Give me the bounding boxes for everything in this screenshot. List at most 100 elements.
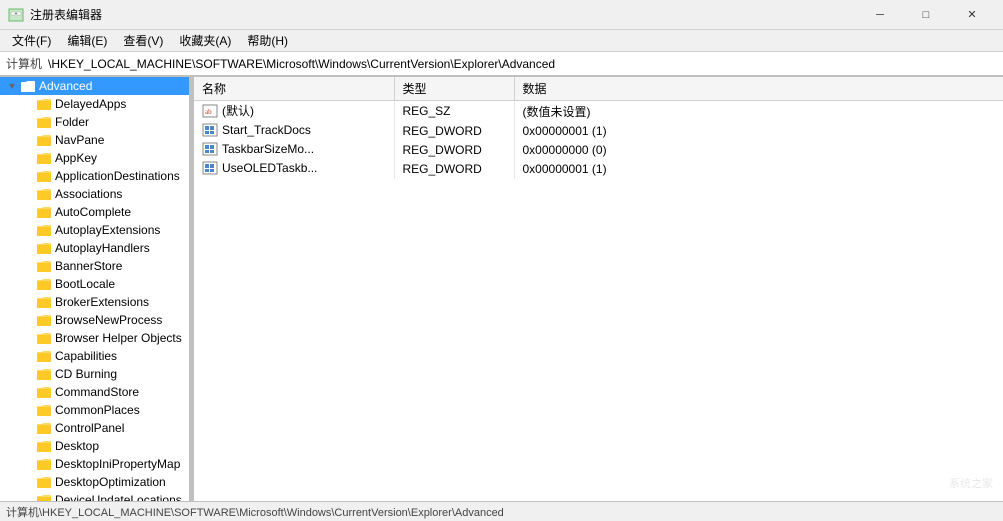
value-name-0: ab (默认): [194, 101, 394, 122]
folder-icon-autoplayext: [36, 223, 52, 237]
tree-item-deviceupdateloc[interactable]: DeviceUpdateLocations: [0, 491, 189, 501]
menu-edit[interactable]: 编辑(E): [59, 30, 115, 51]
address-bar: 计算机 \HKEY_LOCAL_MACHINE\SOFTWARE\Microso…: [0, 52, 1003, 76]
tree-label-bho: Browser Helper Objects: [55, 331, 182, 345]
tree-label-desktopinimap: DesktopIniPropertyMap: [55, 457, 180, 471]
tree-item-cdburning[interactable]: CD Burning: [0, 365, 189, 383]
folder-icon-desktop: [36, 439, 52, 453]
folder-icon-folder: [36, 115, 52, 129]
folder-icon-commonplaces: [36, 403, 52, 417]
tree-item-navpane[interactable]: NavPane: [0, 131, 189, 149]
value-data-0: (数值未设置): [514, 101, 1003, 122]
tree-item-controlpanel[interactable]: ControlPanel: [0, 419, 189, 437]
menu-view[interactable]: 查看(V): [115, 30, 171, 51]
dword-icon-2: [202, 142, 218, 156]
tree-item-desktopinimap[interactable]: DesktopIniPropertyMap: [0, 455, 189, 473]
value-data-3: 0x00000001 (1): [514, 160, 1003, 179]
app-icon: [8, 7, 24, 23]
tree-item-bho[interactable]: Browser Helper Objects: [0, 329, 189, 347]
tree-item-commandstore[interactable]: CommandStore: [0, 383, 189, 401]
tree-item-autoplayext[interactable]: AutoplayExtensions: [0, 221, 189, 239]
tree-label-autoplayhandlers: AutoplayHandlers: [55, 241, 150, 255]
tree-label-bootlocale: BootLocale: [55, 277, 115, 291]
menu-favorites[interactable]: 收藏夹(A): [171, 30, 239, 51]
folder-icon-autocomplete: [36, 205, 52, 219]
tree-item-bootlocale[interactable]: BootLocale: [0, 275, 189, 293]
title-bar-left: 注册表编辑器: [8, 6, 102, 23]
col-name[interactable]: 名称: [194, 77, 394, 101]
svg-text:ab: ab: [205, 108, 212, 116]
col-data[interactable]: 数据: [514, 77, 1003, 101]
value-type-3: REG_DWORD: [394, 160, 514, 179]
tree-item-brokerext[interactable]: BrokerExtensions: [0, 293, 189, 311]
table-row[interactable]: TaskbarSizeMo... REG_DWORD 0x00000000 (0…: [194, 141, 1003, 160]
tree-item-desktop[interactable]: Desktop: [0, 437, 189, 455]
menu-help[interactable]: 帮助(H): [239, 30, 296, 51]
folder-icon-navpane: [36, 133, 52, 147]
val-icon-1: Start_TrackDocs: [202, 123, 311, 137]
folder-icon-cdburning: [36, 367, 52, 381]
tree-item-appdest[interactable]: ApplicationDestinations: [0, 167, 189, 185]
status-bar: 计算机\HKEY_LOCAL_MACHINE\SOFTWARE\Microsof…: [0, 501, 1003, 521]
maximize-button[interactable]: □: [903, 0, 949, 30]
folder-icon-brokerext: [36, 295, 52, 309]
table-row[interactable]: Start_TrackDocs REG_DWORD 0x00000001 (1): [194, 122, 1003, 141]
dword-icon: [202, 123, 218, 137]
folder-icon-appkey: [36, 151, 52, 165]
val-icon-3: UseOLEDTaskb...: [202, 161, 317, 175]
col-type[interactable]: 类型: [394, 77, 514, 101]
val-icon-0: ab (默认): [202, 102, 254, 119]
values-table: 名称 类型 数据 ab (默认): [194, 77, 1003, 179]
folder-icon-capabilities: [36, 349, 52, 363]
tree-label-cdburning: CD Burning: [55, 367, 117, 381]
tree-label-controlpanel: ControlPanel: [55, 421, 124, 435]
tree-item-appkey[interactable]: AppKey: [0, 149, 189, 167]
tree-label-appkey: AppKey: [55, 151, 97, 165]
tree-item-advanced[interactable]: ▼ Advanced: [0, 77, 189, 95]
value-type-1: REG_DWORD: [394, 122, 514, 141]
menu-bar: 文件(F) 编辑(E) 查看(V) 收藏夹(A) 帮助(H): [0, 30, 1003, 52]
tree-label-associations: Associations: [55, 187, 122, 201]
value-name-1: Start_TrackDocs: [194, 122, 394, 141]
value-type-2: REG_DWORD: [394, 141, 514, 160]
expand-arrow-appkey: [20, 150, 36, 166]
tree-item-browsenewprocess[interactable]: BrowseNewProcess: [0, 311, 189, 329]
tree-item-autoplayhandlers[interactable]: AutoplayHandlers: [0, 239, 189, 257]
tree-item-folder[interactable]: Folder: [0, 113, 189, 131]
folder-icon-browsenewprocess: [36, 313, 52, 327]
value-data-2: 0x00000000 (0): [514, 141, 1003, 160]
tree-label-delayedapps: DelayedApps: [55, 97, 126, 111]
folder-icon-delayedapps: [36, 97, 52, 111]
tree-item-associations[interactable]: Associations: [0, 185, 189, 203]
tree-item-desktopopt[interactable]: DesktopOptimization: [0, 473, 189, 491]
value-type-0: REG_SZ: [394, 101, 514, 122]
address-label: 计算机: [6, 55, 42, 72]
tree-item-delayedapps[interactable]: DelayedApps: [0, 95, 189, 113]
folder-icon-bootlocale: [36, 277, 52, 291]
val-icon-2: TaskbarSizeMo...: [202, 142, 314, 156]
tree-item-commonplaces[interactable]: CommonPlaces: [0, 401, 189, 419]
title-text: 注册表编辑器: [30, 6, 102, 23]
menu-file[interactable]: 文件(F): [4, 30, 59, 51]
folder-icon-associations: [36, 187, 52, 201]
folder-icon-controlpanel: [36, 421, 52, 435]
table-row[interactable]: ab (默认) REG_SZ (数值未设置): [194, 101, 1003, 122]
tree-label-desktopopt: DesktopOptimization: [55, 475, 166, 489]
tree-panel[interactable]: ▼ Advanced DelayedApps: [0, 77, 190, 501]
tree-item-bannerstore[interactable]: BannerStore: [0, 257, 189, 275]
tree-label-desktop: Desktop: [55, 439, 99, 453]
tree-label-browsenewprocess: BrowseNewProcess: [55, 313, 162, 327]
address-path: \HKEY_LOCAL_MACHINE\SOFTWARE\Microsoft\W…: [48, 57, 555, 71]
tree-item-capabilities[interactable]: Capabilities: [0, 347, 189, 365]
tree-label-commandstore: CommandStore: [55, 385, 139, 399]
close-button[interactable]: ✕: [949, 0, 995, 30]
tree-label-autocomplete: AutoComplete: [55, 205, 131, 219]
table-row[interactable]: UseOLEDTaskb... REG_DWORD 0x00000001 (1): [194, 160, 1003, 179]
tree-label-folder: Folder: [55, 115, 89, 129]
minimize-button[interactable]: ─: [857, 0, 903, 30]
tree-label-deviceupdateloc: DeviceUpdateLocations: [55, 493, 182, 501]
value-name-2: TaskbarSizeMo...: [194, 141, 394, 160]
tree-label-advanced: Advanced: [39, 79, 92, 93]
tree-item-autocomplete[interactable]: AutoComplete: [0, 203, 189, 221]
tree-label-commonplaces: CommonPlaces: [55, 403, 140, 417]
